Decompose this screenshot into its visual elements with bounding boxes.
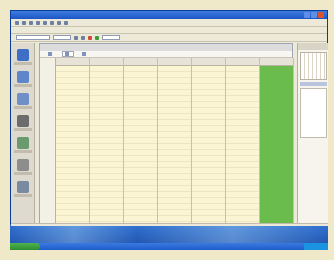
day-header	[192, 58, 225, 66]
week-tab-icon	[65, 52, 69, 56]
day-header	[56, 58, 89, 66]
view-tabs	[40, 51, 292, 58]
search-icon[interactable]	[43, 20, 47, 25]
system-tray	[304, 243, 328, 250]
day-header	[158, 58, 191, 66]
calendar-icon[interactable]	[16, 71, 29, 83]
window-controls	[304, 12, 324, 18]
day-column[interactable]	[158, 58, 192, 226]
day-cells[interactable]	[90, 66, 123, 226]
day-column[interactable]	[56, 58, 90, 226]
today-header	[260, 58, 293, 66]
tab-week[interactable]	[62, 51, 74, 57]
day-header	[226, 58, 259, 66]
maximize-icon[interactable]	[311, 12, 317, 18]
back-icon[interactable]	[15, 20, 19, 25]
day-column[interactable]	[192, 58, 226, 226]
journal-icon[interactable]	[16, 159, 29, 171]
zoom-combo[interactable]	[53, 35, 71, 40]
inbox-icon[interactable]	[16, 49, 29, 61]
month-tab-icon	[82, 52, 86, 56]
time-column	[40, 58, 56, 226]
other-label	[13, 194, 32, 197]
today-column[interactable]	[260, 58, 294, 226]
mini-calendar[interactable]	[300, 52, 327, 80]
toolbar-main	[11, 19, 327, 27]
folder-combo[interactable]	[16, 35, 50, 40]
right-pane-title	[298, 43, 328, 50]
today-cells[interactable]	[260, 66, 293, 226]
calendar-label	[13, 84, 32, 87]
calendar-window	[10, 10, 328, 227]
delete-icon[interactable]	[88, 35, 92, 40]
taskbar	[10, 243, 328, 250]
close-icon[interactable]	[318, 12, 324, 18]
day-header	[124, 58, 157, 66]
minimize-icon[interactable]	[304, 12, 310, 18]
tasks-label	[13, 128, 32, 131]
day-cells[interactable]	[124, 66, 157, 226]
new-icon[interactable]	[36, 20, 40, 25]
screen	[10, 10, 328, 250]
days-container	[56, 58, 294, 226]
contacts-label	[13, 106, 32, 109]
print-icon[interactable]	[74, 35, 78, 40]
day-column[interactable]	[226, 58, 260, 226]
calendar-main	[39, 43, 294, 226]
week-view-icon[interactable]	[57, 20, 61, 25]
contacts-icon[interactable]	[16, 93, 29, 105]
start-button[interactable]	[10, 243, 40, 250]
calendar-title	[40, 44, 292, 51]
tasks-icon[interactable]	[16, 115, 29, 127]
tab-month[interactable]	[82, 52, 88, 56]
notes-icon[interactable]	[16, 137, 29, 149]
find-combo[interactable]	[102, 35, 120, 40]
menu-bar	[11, 27, 327, 34]
shortcut-bar	[11, 43, 35, 225]
window-titlebar[interactable]	[11, 11, 327, 19]
refresh-icon[interactable]	[29, 20, 33, 25]
day-cells[interactable]	[158, 66, 191, 226]
week-grid	[40, 58, 294, 226]
tab-day[interactable]	[48, 52, 54, 56]
inbox-label	[13, 62, 32, 65]
journal-label	[13, 172, 32, 175]
forward-icon[interactable]	[22, 20, 26, 25]
day-header	[90, 58, 123, 66]
day-view-icon[interactable]	[50, 20, 54, 25]
toolbar-secondary	[11, 34, 327, 42]
right-pane	[297, 43, 328, 225]
day-cells[interactable]	[192, 66, 225, 226]
today-icon[interactable]	[95, 35, 99, 40]
other-icon[interactable]	[16, 181, 29, 193]
day-tab-icon	[48, 52, 52, 56]
move-icon[interactable]	[81, 35, 85, 40]
day-column[interactable]	[124, 58, 158, 226]
taskpad-header	[300, 82, 327, 86]
day-cells[interactable]	[226, 66, 259, 226]
month-view-icon[interactable]	[64, 20, 68, 25]
day-cells[interactable]	[56, 66, 89, 226]
notes-label	[13, 150, 32, 153]
taskpad-list[interactable]	[300, 88, 327, 138]
day-column[interactable]	[90, 58, 124, 226]
